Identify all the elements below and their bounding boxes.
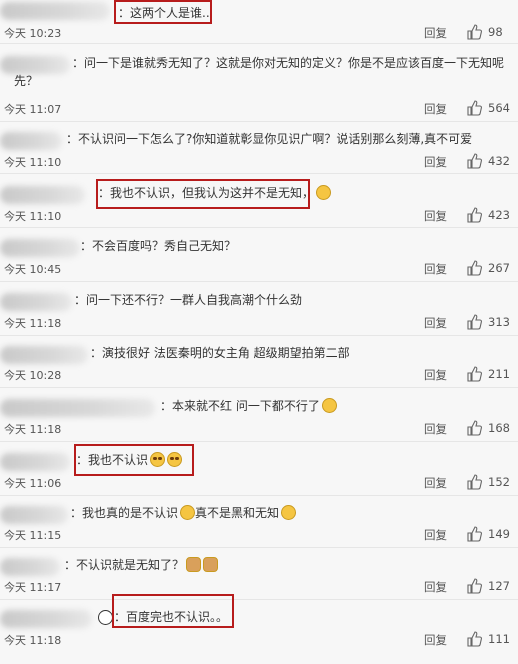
- thumbs-up-icon[interactable]: [466, 366, 482, 382]
- thumbs-up-icon[interactable]: [466, 24, 482, 40]
- thumbs-up-icon[interactable]: [466, 474, 482, 490]
- thumbs-up-icon[interactable]: [466, 631, 482, 647]
- comment-item: ：百度完也不认识。。 今天 11:18 回复 111: [0, 594, 518, 664]
- comment-item: ：问一下是谁就秀无知了？这就是你对无知的定义？你是不是应该百度一下无知呢先？ 今…: [0, 44, 518, 122]
- like-count: 149: [488, 527, 510, 541]
- comment-time: 今天 11:10: [4, 156, 62, 169]
- reply-button[interactable]: 回复: [424, 632, 447, 648]
- blurred-username: [0, 239, 80, 257]
- comment-item: ：演技很好 法医秦明的女主角 超级期望拍第二部 今天 10:28 回复 211: [0, 336, 518, 388]
- thumbs-up-icon[interactable]: [466, 314, 482, 330]
- thumbs-up-icon[interactable]: [466, 578, 482, 594]
- comment-time: 今天 10:23: [4, 27, 62, 40]
- comment-time: 今天 11:07: [4, 103, 62, 116]
- blurred-username: [0, 346, 88, 364]
- like-count: 564: [488, 101, 510, 115]
- reply-button[interactable]: 回复: [424, 579, 447, 595]
- blurred-username: [0, 186, 85, 204]
- thumbs-up-icon[interactable]: [466, 260, 482, 276]
- comment-text: ：问一下是谁就秀无知了？这就是你对无知的定义？你是不是应该百度一下无知呢先？: [14, 56, 505, 88]
- blurred-username: [0, 558, 60, 576]
- comment-text: ：不会百度吗？秀自己无知？: [80, 239, 237, 253]
- comment-item: ：不会百度吗？秀自己无知？ 今天 10:45 回复 267: [0, 228, 518, 282]
- blurred-username: [0, 2, 110, 20]
- sad-emoji-icon: [180, 505, 196, 520]
- comment-text: ：不认识就是无知了？: [64, 556, 219, 574]
- comment-time: 今天 11:15: [4, 529, 62, 542]
- comment-time: 今天 11:06: [4, 477, 62, 490]
- comment-item: ：我也不认识，但我认为这并不是无知， 今天 11:10 回复 423: [0, 174, 518, 228]
- comment-time: 今天 11:18: [4, 423, 62, 436]
- thumbs-up-icon[interactable]: [466, 100, 482, 116]
- blurred-username: [0, 132, 62, 150]
- reply-button[interactable]: 回复: [424, 421, 447, 437]
- reply-button[interactable]: 回复: [424, 367, 447, 383]
- blurred-username: [0, 506, 68, 524]
- like-count: 423: [488, 208, 510, 222]
- doge-emoji-icon: [186, 557, 202, 572]
- highlight-box: [114, 0, 212, 24]
- comment-item: ：我也真的是不认识 真不是黑和无知 今天 11:15 回复 149: [0, 496, 518, 548]
- comment-item: ：这两个人是谁.. 今天 10:23 回复 98: [0, 0, 518, 44]
- reply-button[interactable]: 回复: [424, 261, 447, 277]
- comment-text: ：演技很好 法医秦明的女主角 超级期望拍第二部: [90, 346, 350, 360]
- thumbs-up-icon[interactable]: [466, 420, 482, 436]
- like-count: 267: [488, 261, 510, 275]
- comment-text: ：我也真的是不认识 真不是黑和无知: [70, 504, 297, 522]
- thinking-emoji-icon: [316, 185, 332, 200]
- comment-item: ：本来就不红 问一下都不行了 今天 11:18 回复 168: [0, 388, 518, 442]
- highlight-box: [96, 179, 310, 209]
- comment-item: ：我也不认识 今天 11:06 回复 152: [0, 442, 518, 496]
- like-count: 111: [488, 632, 510, 646]
- highlight-box: [112, 594, 234, 628]
- reply-button[interactable]: 回复: [424, 315, 447, 331]
- reply-button[interactable]: 回复: [424, 25, 447, 41]
- like-count: 127: [488, 579, 510, 593]
- highlight-box: [74, 444, 194, 476]
- comment-item: ：不认识就是无知了？ 今天 11:17 回复 127: [0, 548, 518, 600]
- comment-text: ：本来就不红 问一下都不行了: [160, 397, 337, 415]
- reply-button[interactable]: 回复: [424, 527, 447, 543]
- comment-time: 今天 10:45: [4, 263, 62, 276]
- reply-button[interactable]: 回复: [424, 154, 447, 170]
- reply-button[interactable]: 回复: [424, 475, 447, 491]
- comment-time: 今天 11:18: [4, 317, 62, 330]
- blurred-username: [0, 453, 70, 471]
- thumbs-up-icon[interactable]: [466, 526, 482, 542]
- reply-button[interactable]: 回复: [424, 208, 447, 224]
- comment-time: 今天 10:28: [4, 369, 62, 382]
- like-count: 98: [488, 25, 503, 39]
- surprised-emoji-icon: [321, 398, 337, 413]
- panda-emoji-icon: [98, 610, 113, 625]
- comment-item: ：问一下还不行？一群人自我高潮个什么劲 今天 11:18 回复 313: [0, 282, 518, 336]
- thumbs-up-icon[interactable]: [466, 207, 482, 223]
- reply-button[interactable]: 回复: [424, 101, 447, 117]
- comment-time: 今天 11:17: [4, 581, 62, 594]
- doge-emoji-icon: [203, 557, 219, 572]
- like-count: 313: [488, 315, 510, 329]
- blurred-username: [0, 293, 72, 311]
- blurred-username: [0, 399, 155, 417]
- thumbs-up-icon[interactable]: [466, 153, 482, 169]
- like-count: 168: [488, 421, 510, 435]
- comment-time: 今天 11:10: [4, 210, 62, 223]
- comment-text: ：问一下还不行？一群人自我高潮个什么劲: [74, 293, 303, 307]
- blurred-username: [0, 610, 92, 628]
- comment-text: ：不认识问一下怎么了?你知道就彰显你见识广啊？说话别那么刻薄,真不可爱: [66, 132, 473, 146]
- comment-time: 今天 11:18: [4, 634, 62, 647]
- sad-emoji-icon: [281, 505, 297, 520]
- like-count: 152: [488, 475, 510, 489]
- like-count: 211: [488, 367, 510, 381]
- like-count: 432: [488, 154, 510, 168]
- comment-item: ：不认识问一下怎么了?你知道就彰显你见识广啊？说话别那么刻薄,真不可爱 今天 1…: [0, 122, 518, 174]
